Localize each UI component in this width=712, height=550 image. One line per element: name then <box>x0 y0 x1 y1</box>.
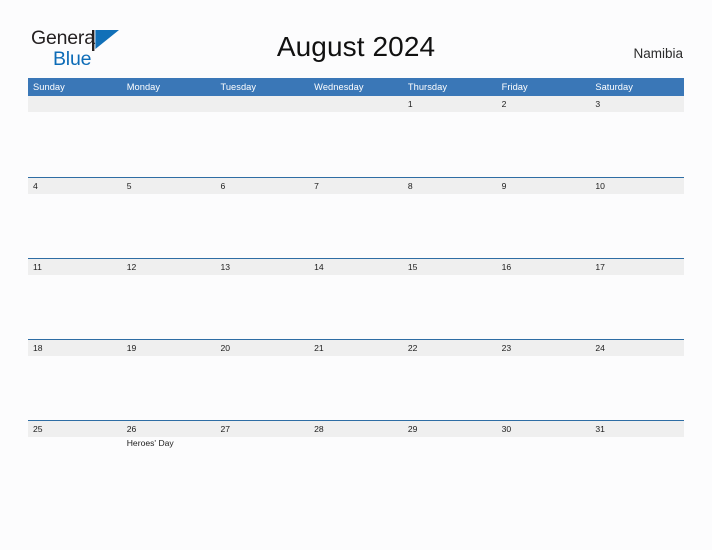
weekday-header-saturday: Saturday <box>595 82 633 92</box>
day-cell[interactable]: 29 <box>403 421 497 501</box>
weekday-header-row: Sunday Monday Tuesday Wednesday Thursday… <box>28 78 684 96</box>
day-cell[interactable]: 10 <box>590 178 684 258</box>
day-cell[interactable]: 28 <box>309 421 403 501</box>
day-cell[interactable]: 26 Heroes' Day <box>122 421 216 501</box>
day-cell[interactable]: 18 <box>28 340 122 420</box>
day-cell[interactable]: 30 <box>497 421 591 501</box>
day-number: 9 <box>501 181 507 191</box>
day-cell[interactable]: 21 <box>309 340 403 420</box>
day-number: 19 <box>126 343 137 353</box>
day-cell[interactable]: 13 <box>215 259 309 339</box>
day-number: 25 <box>33 424 43 434</box>
day-number: 22 <box>407 343 418 353</box>
day-cell[interactable]: 15 <box>403 259 497 339</box>
day-cell[interactable]: 22 <box>403 340 497 420</box>
day-number: 23 <box>501 343 512 353</box>
day-number: 30 <box>501 424 512 434</box>
day-number: 10 <box>595 181 605 191</box>
day-number: 20 <box>220 343 230 353</box>
day-number: 17 <box>595 262 605 272</box>
day-number: 13 <box>220 262 230 272</box>
day-cell[interactable]: 19 <box>122 340 216 420</box>
day-cell[interactable]: 11 <box>28 259 122 339</box>
day-number: 26 <box>126 424 137 434</box>
day-cell[interactable]: 8 <box>403 178 497 258</box>
day-number: 6 <box>220 181 226 191</box>
day-cell[interactable]: 7 <box>309 178 403 258</box>
day-number: 7 <box>314 181 319 191</box>
day-cell[interactable]: 20 <box>215 340 309 420</box>
weekday-header-thursday: Thursday <box>407 82 448 92</box>
day-cell[interactable]: 1 <box>403 96 497 177</box>
week-row: 18 19 20 21 22 23 24 <box>28 339 684 420</box>
day-number: 11 <box>33 262 42 272</box>
day-number: 15 <box>407 262 418 272</box>
day-cell[interactable]: 2 <box>497 96 591 177</box>
day-number: 8 <box>407 181 413 191</box>
day-cell[interactable] <box>309 96 403 177</box>
weekday-header-wednesday: Wednesday <box>314 82 364 92</box>
day-cell[interactable]: 17 <box>590 259 684 339</box>
day-number: 31 <box>595 424 605 434</box>
day-cell[interactable] <box>28 96 122 177</box>
day-number: 5 <box>126 181 132 191</box>
day-cell[interactable]: 5 <box>122 178 216 258</box>
day-number: 12 <box>126 262 137 272</box>
day-cell[interactable]: 27 <box>215 421 309 501</box>
week-row: 4 5 6 7 8 9 10 <box>28 177 684 258</box>
weekday-header-friday: Friday <box>501 82 528 92</box>
day-number: 21 <box>314 343 324 353</box>
week-row: 1 2 3 <box>28 96 684 177</box>
day-number: 2 <box>501 99 507 109</box>
day-cell[interactable]: 23 <box>497 340 591 420</box>
day-cell[interactable]: 16 <box>497 259 591 339</box>
day-cell[interactable]: 24 <box>590 340 684 420</box>
day-cell[interactable]: 9 <box>497 178 591 258</box>
day-number: 14 <box>314 262 324 272</box>
weekday-header-sunday: Sunday <box>33 82 65 92</box>
day-number: 27 <box>220 424 230 434</box>
day-number: 16 <box>501 262 512 272</box>
day-number: 28 <box>314 424 324 434</box>
week-row: 11 12 13 14 15 16 17 <box>28 258 684 339</box>
day-cell[interactable]: 12 <box>122 259 216 339</box>
weekday-header-monday: Monday <box>126 82 161 92</box>
day-cell[interactable]: 6 <box>215 178 309 258</box>
day-cell[interactable]: 25 <box>28 421 122 501</box>
day-cell[interactable]: 14 <box>309 259 403 339</box>
day-cell[interactable]: 31 <box>590 421 684 501</box>
day-number: 1 <box>407 99 413 109</box>
page-header: General Blue August 2024 Namibia <box>0 0 712 76</box>
calendar-grid: Sunday Monday Tuesday Wednesday Thursday… <box>28 78 684 501</box>
day-event: Heroes' Day <box>126 438 174 448</box>
day-number: 4 <box>33 181 38 191</box>
week-row: 25 26 Heroes' Day 27 28 29 30 31 <box>28 420 684 501</box>
day-cell[interactable]: 3 <box>590 96 684 177</box>
day-number: 24 <box>595 343 605 353</box>
day-number: 3 <box>595 99 601 109</box>
day-number: 18 <box>33 343 43 353</box>
weekday-header-tuesday: Tuesday <box>220 82 257 92</box>
day-cell[interactable] <box>122 96 216 177</box>
calendar-page: General Blue August 2024 Namibia Sunday … <box>0 0 712 550</box>
region-label: Namibia <box>633 46 683 61</box>
day-cell[interactable] <box>215 96 309 177</box>
day-number: 29 <box>407 424 418 434</box>
day-cell[interactable]: 4 <box>28 178 122 258</box>
page-title: August 2024 <box>276 31 436 62</box>
